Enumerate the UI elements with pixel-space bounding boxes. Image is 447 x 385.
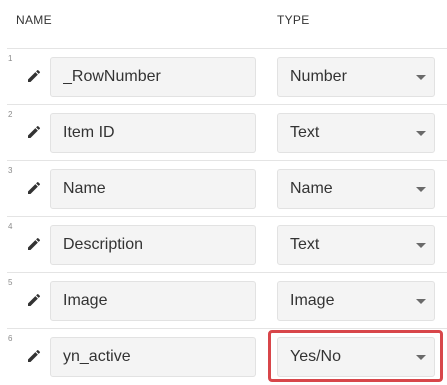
row-number: 4 <box>8 222 13 231</box>
row-number: 5 <box>8 278 13 287</box>
column-type-select[interactable]: Yes/No <box>277 337 435 377</box>
column-type-select[interactable]: Text <box>277 225 435 265</box>
row-number: 1 <box>8 54 13 63</box>
edit-pencil-icon[interactable] <box>26 348 42 364</box>
column-row: 5 Image <box>7 272 447 328</box>
column-name-input[interactable] <box>50 169 256 209</box>
type-select-value: Name <box>290 180 333 197</box>
type-select-value: Text <box>290 124 320 141</box>
column-name-input[interactable] <box>50 225 256 265</box>
column-name-input[interactable] <box>50 337 256 377</box>
column-name-input[interactable] <box>50 57 256 97</box>
column-row: 6 Yes/No <box>7 328 447 384</box>
type-select-value: Number <box>290 68 347 85</box>
dropdown-caret-icon <box>416 299 426 304</box>
type-column-header: TYPE <box>277 13 310 27</box>
type-select-value: Image <box>290 292 335 309</box>
edit-pencil-icon[interactable] <box>26 292 42 308</box>
type-select-value: Text <box>290 236 320 253</box>
dropdown-caret-icon <box>416 75 426 80</box>
dropdown-caret-icon <box>416 355 426 360</box>
edit-pencil-icon[interactable] <box>26 124 42 140</box>
type-select-value: Yes/No <box>290 348 341 365</box>
dropdown-caret-icon <box>416 131 426 136</box>
column-row: 3 Name <box>7 160 447 216</box>
dropdown-caret-icon <box>416 187 426 192</box>
column-row: 4 Text <box>7 216 447 272</box>
column-type-select[interactable]: Number <box>277 57 435 97</box>
edit-pencil-icon[interactable] <box>26 180 42 196</box>
column-row: 1 Number <box>7 48 447 104</box>
column-row: 2 Text <box>7 104 447 160</box>
column-header: NAME TYPE <box>0 0 447 48</box>
edit-pencil-icon[interactable] <box>26 236 42 252</box>
column-type-select[interactable]: Name <box>277 169 435 209</box>
column-name-input[interactable] <box>50 281 256 321</box>
row-number: 6 <box>8 334 13 343</box>
row-number: 2 <box>8 110 13 119</box>
column-name-input[interactable] <box>50 113 256 153</box>
row-number: 3 <box>8 166 13 175</box>
edit-pencil-icon[interactable] <box>26 68 42 84</box>
name-column-header: NAME <box>16 13 52 27</box>
column-type-select[interactable]: Image <box>277 281 435 321</box>
dropdown-caret-icon <box>416 243 426 248</box>
column-type-select[interactable]: Text <box>277 113 435 153</box>
